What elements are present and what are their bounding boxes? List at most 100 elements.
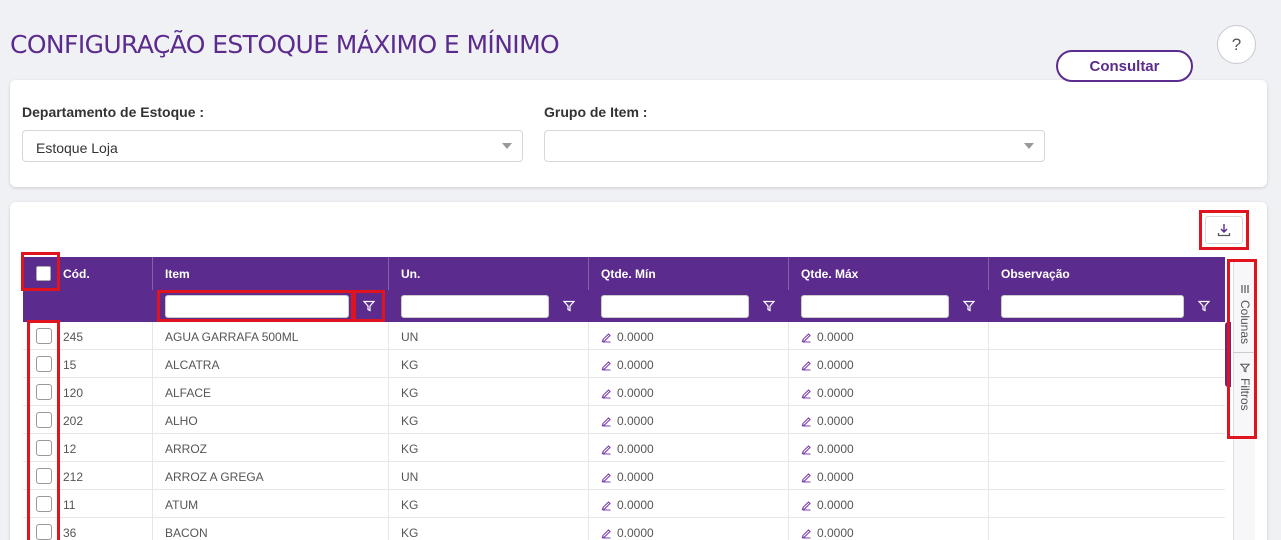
cell-max[interactable]: 0.0000 <box>788 322 988 350</box>
cell-max[interactable]: 0.0000 <box>788 490 988 518</box>
table-row[interactable]: 36 BACON KG 0.0000 0.0000 <box>23 518 1225 540</box>
table-row[interactable]: 12 ARROZ KG 0.0000 0.0000 <box>23 434 1225 462</box>
cell-max[interactable]: 0.0000 <box>788 406 988 434</box>
cell-un-value: KG <box>401 442 419 456</box>
table-row[interactable]: 202 ALHO KG 0.0000 0.0000 <box>23 406 1225 434</box>
funnel-icon <box>963 300 975 312</box>
cell-obs[interactable] <box>988 518 1225 540</box>
cell-un: UN <box>388 322 588 350</box>
cell-obs[interactable] <box>988 490 1225 518</box>
cell-item: ALCATRA <box>152 350 388 378</box>
pencil-icon[interactable] <box>801 416 812 427</box>
cell-max[interactable]: 0.0000 <box>788 350 988 378</box>
group-select[interactable] <box>544 130 1045 162</box>
download-icon <box>1217 224 1231 237</box>
cell-item: ARROZ A GREGA <box>152 462 388 490</box>
pencil-icon[interactable] <box>601 388 612 399</box>
cell-obs[interactable] <box>988 322 1225 350</box>
column-header-cod[interactable]: Cód. <box>51 257 152 290</box>
table-row[interactable]: 212 ARROZ A GREGA UN 0.0000 0.0000 <box>23 462 1225 490</box>
cell-max[interactable]: 0.0000 <box>788 518 988 540</box>
cell-max-value: 0.0000 <box>817 526 854 540</box>
cell-min[interactable]: 0.0000 <box>588 322 788 350</box>
funnel-icon <box>563 300 575 312</box>
pencil-icon[interactable] <box>801 500 812 511</box>
cell-item-value: ALCATRA <box>165 358 220 372</box>
cell-max[interactable]: 0.0000 <box>788 378 988 406</box>
cell-max-value: 0.0000 <box>817 442 854 456</box>
pencil-icon[interactable] <box>601 472 612 483</box>
chevron-down-icon <box>502 143 512 149</box>
cell-cod: 245 <box>23 322 152 350</box>
cell-item-value: ARROZ A GREGA <box>165 470 264 484</box>
select-all-checkbox[interactable] <box>36 266 51 281</box>
obs-filter-input[interactable] <box>1001 295 1184 318</box>
grid-header: Cód. Item Un. Qtde. Mín Qtde. Máx Observ… <box>23 257 1225 290</box>
consult-button[interactable]: Consultar <box>1056 50 1193 82</box>
pencil-icon[interactable] <box>801 444 812 455</box>
cell-un: UN <box>388 462 588 490</box>
pencil-icon[interactable] <box>601 444 612 455</box>
pencil-icon[interactable] <box>601 360 612 371</box>
obs-filter-button[interactable] <box>1194 296 1214 316</box>
department-select[interactable]: Estoque Loja <box>22 130 523 162</box>
cell-min[interactable]: 0.0000 <box>588 406 788 434</box>
cell-min[interactable]: 0.0000 <box>588 378 788 406</box>
cell-max[interactable]: 0.0000 <box>788 462 988 490</box>
cell-min[interactable]: 0.0000 <box>588 518 788 540</box>
pencil-icon[interactable] <box>801 528 812 539</box>
un-filter-input[interactable] <box>401 295 549 318</box>
pencil-icon[interactable] <box>601 416 612 427</box>
item-filter-button[interactable] <box>359 296 379 316</box>
cell-min[interactable]: 0.0000 <box>588 350 788 378</box>
cell-obs[interactable] <box>988 378 1225 406</box>
pencil-icon[interactable] <box>801 332 812 343</box>
column-header-obs[interactable]: Observação <box>988 257 1225 290</box>
table-row[interactable]: 120 ALFACE KG 0.0000 0.0000 <box>23 378 1225 406</box>
filters-tab[interactable]: Filtros <box>1234 353 1256 423</box>
cell-item-value: AGUA GARRAFA 500ML <box>165 330 299 344</box>
pencil-icon[interactable] <box>801 388 812 399</box>
cell-min-value: 0.0000 <box>617 470 654 484</box>
cell-obs[interactable] <box>988 434 1225 462</box>
cell-cod-value: 11 <box>63 498 76 512</box>
pencil-icon[interactable] <box>601 528 612 539</box>
column-header-max[interactable]: Qtde. Máx <box>788 257 988 290</box>
cell-un-value: UN <box>401 470 419 484</box>
cell-obs[interactable] <box>988 350 1225 378</box>
cell-min[interactable]: 0.0000 <box>588 490 788 518</box>
cell-max[interactable]: 0.0000 <box>788 434 988 462</box>
funnel-icon <box>363 300 375 312</box>
column-header-un[interactable]: Un. <box>388 257 588 290</box>
pencil-icon[interactable] <box>601 500 612 511</box>
cell-min-value: 0.0000 <box>617 526 654 540</box>
cell-cod-value: 12 <box>63 442 77 456</box>
pencil-icon[interactable] <box>601 332 612 343</box>
cell-cod-value: 245 <box>63 330 84 344</box>
cell-min-value: 0.0000 <box>617 386 654 400</box>
max-filter-input[interactable] <box>801 295 949 318</box>
cell-min[interactable]: 0.0000 <box>588 434 788 462</box>
help-button[interactable]: ? <box>1217 25 1256 64</box>
table-row[interactable]: 11 ATUM KG 0.0000 0.0000 <box>23 490 1225 518</box>
cell-obs[interactable] <box>988 462 1225 490</box>
pencil-icon[interactable] <box>801 360 812 371</box>
column-header-item[interactable]: Item <box>152 257 388 290</box>
item-filter-input[interactable] <box>165 295 349 318</box>
column-header-min[interactable]: Qtde. Mín <box>588 257 788 290</box>
columns-tab[interactable]: Colunas <box>1234 262 1256 352</box>
cell-un-value: KG <box>401 386 419 400</box>
cell-obs[interactable] <box>988 406 1225 434</box>
pencil-icon[interactable] <box>801 472 812 483</box>
max-filter-button[interactable] <box>959 296 979 316</box>
min-filter-input[interactable] <box>601 295 749 318</box>
cell-min[interactable]: 0.0000 <box>588 462 788 490</box>
export-button[interactable] <box>1199 210 1249 250</box>
cell-cod: 11 <box>23 490 152 518</box>
question-icon: ? <box>1231 34 1242 54</box>
table-row[interactable]: 245 AGUA GARRAFA 500ML UN 0.0000 0.0000 <box>23 322 1225 350</box>
un-filter-button[interactable] <box>559 296 579 316</box>
table-row[interactable]: 15 ALCATRA KG 0.0000 0.0000 <box>23 350 1225 378</box>
min-filter-button[interactable] <box>759 296 779 316</box>
funnel-icon <box>1198 300 1210 312</box>
